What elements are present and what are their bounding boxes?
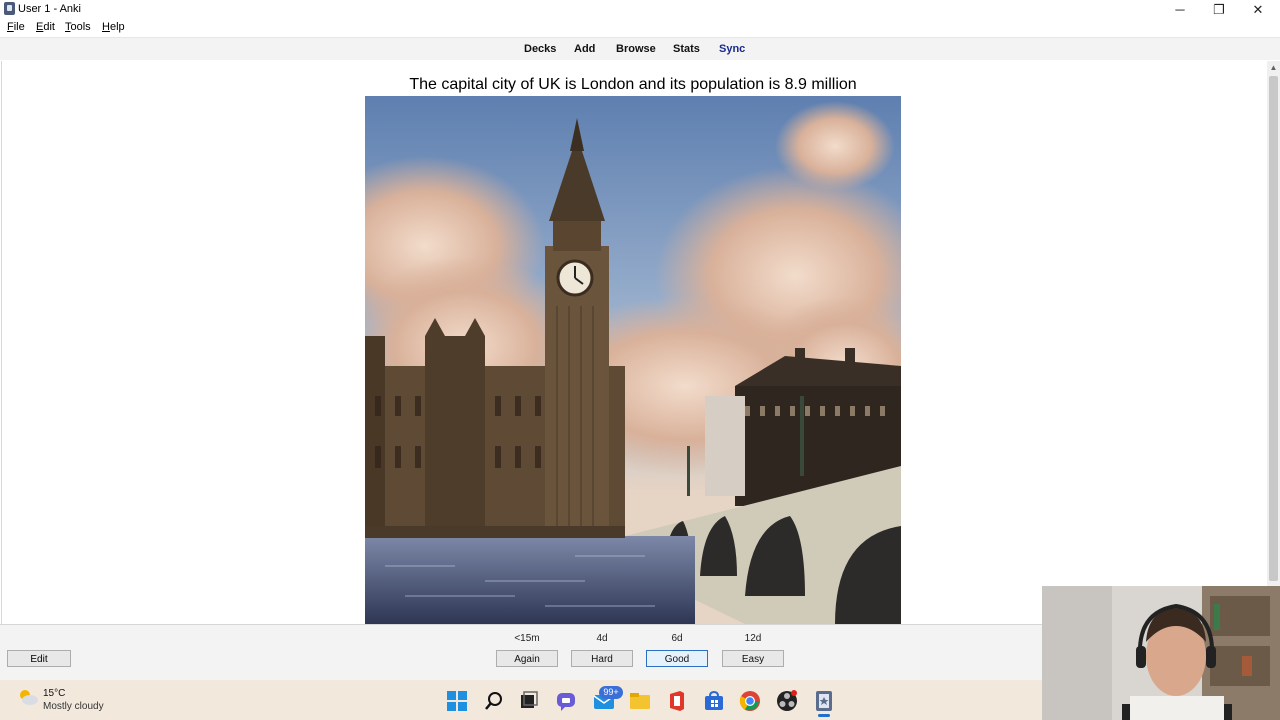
- menu-edit[interactable]: Edit: [36, 21, 55, 33]
- anki-app-icon: [4, 2, 15, 15]
- window-title: User 1 - Anki: [18, 3, 81, 15]
- webcam-overlay: [1042, 586, 1280, 720]
- file-explorer-icon[interactable]: [629, 690, 651, 712]
- menu-help[interactable]: Help: [102, 21, 125, 33]
- office-icon[interactable]: [666, 690, 688, 712]
- easy-button[interactable]: Easy: [722, 650, 784, 667]
- chrome-icon[interactable]: [739, 690, 761, 712]
- scrollbar-thumb[interactable]: [1269, 76, 1278, 581]
- toolbar-sync-link[interactable]: Sync: [719, 43, 745, 55]
- task-view-icon[interactable]: [518, 690, 540, 712]
- menu-bar: [0, 19, 1280, 38]
- store-icon[interactable]: [703, 690, 725, 712]
- menu-tools[interactable]: Tools: [65, 21, 91, 33]
- hard-button[interactable]: Hard: [571, 650, 633, 667]
- card-image-big-ben: [365, 96, 901, 624]
- menu-file[interactable]: File: [7, 21, 25, 33]
- toolbar-add-link[interactable]: Add: [574, 43, 595, 55]
- interval-good: 6d: [671, 633, 683, 644]
- weather-cloud-icon[interactable]: [17, 688, 39, 706]
- chat-icon[interactable]: [555, 690, 577, 712]
- minimize-button[interactable]: ─: [1160, 0, 1200, 19]
- card-question-text: The capital city of UK is London and its…: [409, 76, 857, 93]
- anki-icon[interactable]: [813, 690, 835, 712]
- good-button[interactable]: Good: [646, 650, 708, 667]
- obs-icon[interactable]: [776, 690, 798, 712]
- mail-badge: 99+: [599, 686, 623, 699]
- maximize-button[interactable]: ❐: [1199, 0, 1239, 19]
- interval-hard: 4d: [596, 633, 608, 644]
- weather-description[interactable]: Mostly cloudy: [43, 701, 104, 712]
- scroll-up-arrow-icon[interactable]: ▲: [1268, 63, 1279, 73]
- windows-start-icon[interactable]: [446, 690, 468, 712]
- toolbar-decks-link[interactable]: Decks: [524, 43, 556, 55]
- close-button[interactable]: ✕: [1238, 0, 1278, 19]
- title-bar: [0, 0, 1280, 19]
- interval-again: <15m: [514, 633, 540, 644]
- weather-temperature[interactable]: 15°C: [43, 688, 65, 699]
- toolbar-browse-link[interactable]: Browse: [616, 43, 656, 55]
- search-icon[interactable]: [483, 690, 505, 712]
- toolbar-stats-link[interactable]: Stats: [673, 43, 700, 55]
- interval-easy: 12d: [744, 633, 762, 644]
- edit-button[interactable]: Edit: [7, 650, 71, 667]
- again-button[interactable]: Again: [496, 650, 558, 667]
- anki-active-indicator: [818, 714, 830, 717]
